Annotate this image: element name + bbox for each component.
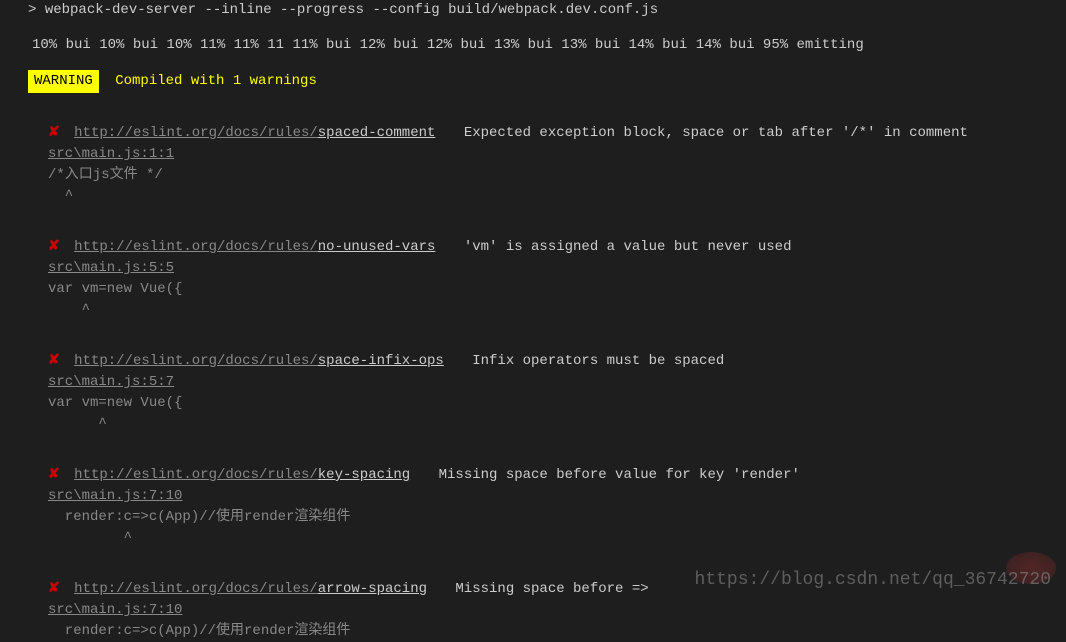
command-text: webpack-dev-server --inline --progress -… [45, 2, 658, 18]
prompt: > [28, 2, 36, 18]
rule-link[interactable]: http://eslint.org/docs/rules/ [74, 581, 318, 597]
code-context: render:c=>c(App)//使用render渲染组件 [48, 507, 1046, 528]
file-location[interactable]: src\main.js:7:10 [48, 600, 1046, 621]
rule-name[interactable]: arrow-spacing [318, 581, 427, 597]
warning-badge: WARNING [28, 70, 99, 93]
code-context: render:c=>c(App)//使用render渲染组件 [48, 621, 1046, 642]
file-location[interactable]: src\main.js:5:7 [48, 372, 1046, 393]
error-message: Missing space before => [455, 581, 648, 597]
error-line: ✘ http://eslint.org/docs/rules/spaced-co… [48, 123, 1046, 144]
rule-link[interactable]: http://eslint.org/docs/rules/ [74, 239, 318, 255]
command-line: > webpack-dev-server --inline --progress… [20, 0, 1046, 21]
caret-indicator: ^ [48, 414, 1046, 435]
rule-link[interactable]: http://eslint.org/docs/rules/ [74, 467, 318, 483]
rule-name[interactable]: key-spacing [318, 467, 410, 483]
code-context: /*入口js文件 */ [48, 165, 1046, 186]
code-context: var vm=new Vue({ [48, 279, 1046, 300]
error-block: ✘ http://eslint.org/docs/rules/no-unused… [20, 237, 1046, 321]
error-line: ✘ http://eslint.org/docs/rules/space-inf… [48, 351, 1046, 372]
file-location[interactable]: src\main.js:5:5 [48, 258, 1046, 279]
error-message: Missing space before value for key 'rend… [439, 467, 800, 483]
caret-indicator: ^ [48, 186, 1046, 207]
error-x-icon: ✘ [48, 353, 60, 369]
rule-link[interactable]: http://eslint.org/docs/rules/ [74, 125, 318, 141]
rule-name[interactable]: no-unused-vars [318, 239, 436, 255]
error-message: 'vm' is assigned a value but never used [464, 239, 792, 255]
error-x-icon: ✘ [48, 125, 60, 141]
code-context: var vm=new Vue({ [48, 393, 1046, 414]
watermark-text: https://blog.csdn.net/qq_36742720 [695, 567, 1051, 594]
error-line: ✘ http://eslint.org/docs/rules/no-unused… [48, 237, 1046, 258]
caret-indicator: ^ [48, 528, 1046, 549]
warning-line: WARNING Compiled with 1 warnings [20, 70, 1046, 93]
error-message: Infix operators must be spaced [472, 353, 724, 369]
rule-link[interactable]: http://eslint.org/docs/rules/ [74, 353, 318, 369]
rule-name[interactable]: spaced-comment [318, 125, 436, 141]
warning-text: Compiled with 1 warnings [115, 73, 317, 89]
error-x-icon: ✘ [48, 467, 60, 483]
error-x-icon: ✘ [48, 239, 60, 255]
error-line: ✘ http://eslint.org/docs/rules/key-spaci… [48, 465, 1046, 486]
error-block: ✘ http://eslint.org/docs/rules/space-inf… [20, 351, 1046, 435]
error-x-icon: ✘ [48, 581, 60, 597]
file-location[interactable]: src\main.js:7:10 [48, 486, 1046, 507]
caret-indicator: ^ [48, 300, 1046, 321]
error-block: ✘ http://eslint.org/docs/rules/spaced-co… [20, 123, 1046, 207]
error-message: Expected exception block, space or tab a… [464, 125, 968, 141]
progress-line: 10% bui 10% bui 10% 11% 11% 11 11% bui 1… [20, 35, 1046, 56]
error-block: ✘ http://eslint.org/docs/rules/key-spaci… [20, 465, 1046, 549]
file-location[interactable]: src\main.js:1:1 [48, 144, 1046, 165]
rule-name[interactable]: space-infix-ops [318, 353, 444, 369]
terminal-output: > webpack-dev-server --inline --progress… [0, 0, 1066, 642]
